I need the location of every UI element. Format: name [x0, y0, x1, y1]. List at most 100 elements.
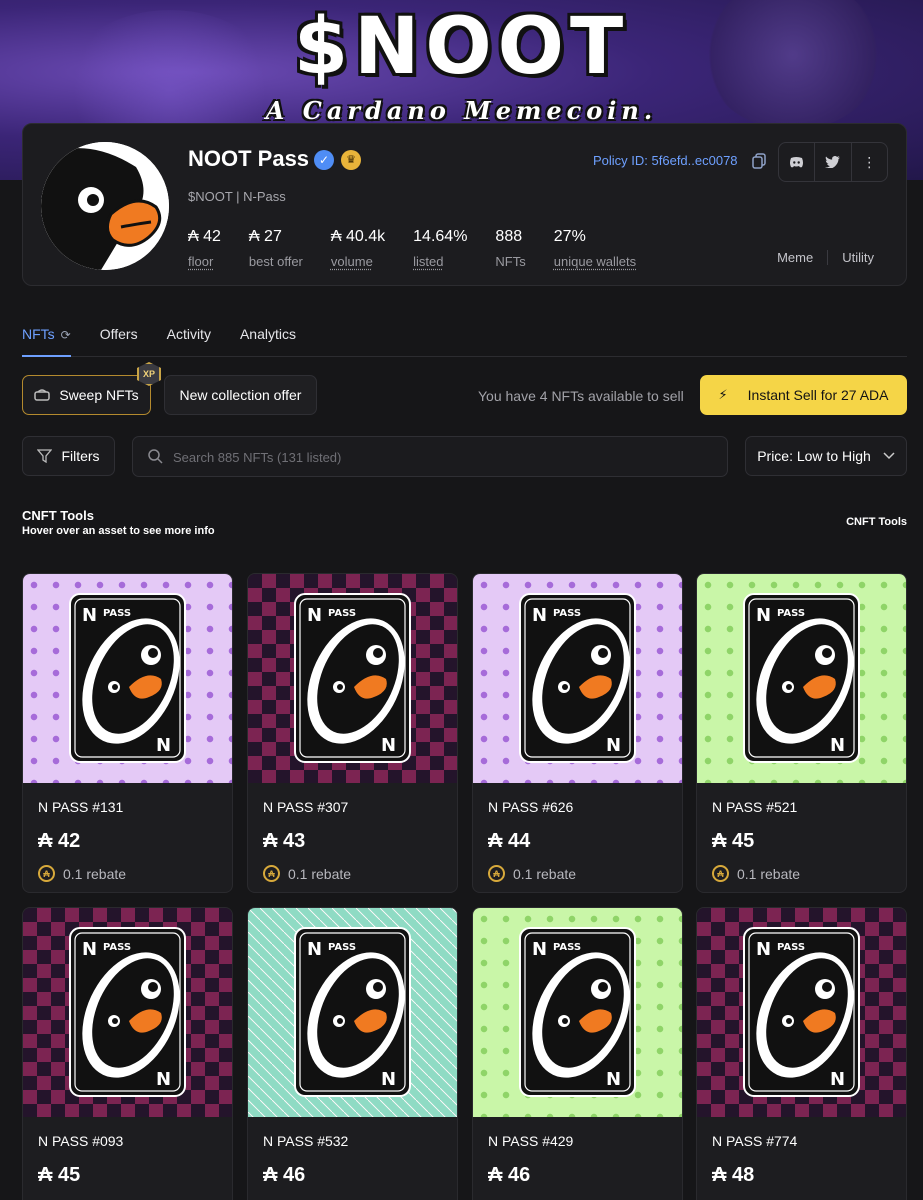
- n-pass-card-icon: N PASS N: [69, 593, 186, 763]
- nft-card[interactable]: N PASS N N PASS #131 ₳ 42 ₳ 0.1 rebate: [22, 573, 233, 893]
- search-input[interactable]: Search 885 NFTs (131 listed): [132, 436, 728, 477]
- more-options-icon[interactable]: ⋮: [852, 143, 887, 181]
- tab-nfts[interactable]: NFTs ⟳: [22, 326, 71, 357]
- penguin-avatar-icon: [41, 142, 169, 270]
- stat-best-offer: ₳ 27 best offer: [249, 228, 303, 269]
- nft-image[interactable]: N PASS N: [23, 574, 232, 783]
- nft-price: ₳ 44: [488, 830, 530, 853]
- nft-card[interactable]: N PASS N N PASS #521 ₳ 45 ₳ 0.1 rebate: [696, 573, 907, 893]
- rebate-icon: ₳: [263, 865, 280, 882]
- cnft-tools-title: CNFT Tools: [22, 508, 94, 523]
- crown-badge-icon: ♛: [341, 150, 361, 170]
- chevron-down-icon: [883, 452, 895, 460]
- n-pass-card-icon: N PASS N: [69, 927, 186, 1097]
- nft-image[interactable]: N PASS N: [697, 574, 906, 783]
- pass-label: PASS: [553, 942, 581, 953]
- pass-corner-n-top: N: [82, 939, 97, 960]
- stat-value: 14.64%: [413, 228, 467, 248]
- rebate-text: 0.1 rebate: [288, 866, 351, 882]
- rebate-text: 0.1 rebate: [737, 866, 800, 882]
- nft-price: ₳ 48: [712, 1164, 754, 1187]
- nft-card[interactable]: N PASS N N PASS #532 ₳ 46: [247, 907, 458, 1200]
- refresh-icon[interactable]: ⟳: [61, 328, 71, 342]
- banner-title: $NOOT: [0, 2, 923, 92]
- policy-id-link[interactable]: Policy ID: 5f6efd..ec0078: [593, 153, 738, 168]
- rebate-icon: ₳: [488, 865, 505, 882]
- tab-analytics[interactable]: Analytics: [240, 326, 296, 357]
- nft-card[interactable]: N PASS N N PASS #429 ₳ 46: [472, 907, 683, 1200]
- nft-price: ₳ 43: [263, 830, 305, 853]
- pass-corner-n-top: N: [756, 605, 771, 626]
- n-pass-card-icon: N PASS N: [294, 593, 411, 763]
- filter-icon: [37, 449, 52, 463]
- nft-name: N PASS #307: [263, 799, 348, 815]
- instant-sell-button[interactable]: ⚡ Instant Sell for 27 ADA: [700, 375, 907, 415]
- nft-card[interactable]: N PASS N N PASS #307 ₳ 43 ₳ 0.1 rebate: [247, 573, 458, 893]
- nft-card[interactable]: N PASS N N PASS #093 ₳ 45: [22, 907, 233, 1200]
- stat-label[interactable]: listed: [413, 254, 467, 269]
- n-pass-card-icon: N PASS N: [519, 593, 636, 763]
- pass-corner-n-bottom: N: [830, 735, 845, 756]
- collection-avatar: [41, 142, 169, 270]
- stat-unique-wallets: 27% unique wallets: [554, 228, 636, 269]
- nft-name: N PASS #521: [712, 799, 797, 815]
- sweep-label: Sweep NFTs: [59, 387, 138, 403]
- nft-image[interactable]: N PASS N: [248, 908, 457, 1117]
- tab-activity[interactable]: Activity: [167, 326, 211, 357]
- sort-select[interactable]: Price: Low to High: [745, 436, 907, 476]
- collection-tags: Meme Utility: [763, 250, 888, 265]
- pass-corner-n-bottom: N: [381, 735, 396, 756]
- pass-corner-n-top: N: [307, 939, 322, 960]
- pass-corner-n-top: N: [756, 939, 771, 960]
- pass-corner-n-bottom: N: [606, 735, 621, 756]
- pass-corner-n-top: N: [82, 605, 97, 626]
- search-placeholder: Search 885 NFTs (131 listed): [173, 450, 341, 465]
- sweep-nfts-button[interactable]: Sweep NFTs: [22, 375, 151, 415]
- nft-image[interactable]: N PASS N: [248, 574, 457, 783]
- verified-badge-icon: ✓: [314, 150, 334, 170]
- rebate-icon: ₳: [38, 865, 55, 882]
- search-icon: [148, 449, 163, 464]
- nft-rebate: ₳ 0.1 rebate: [712, 865, 800, 882]
- filters-label: Filters: [61, 448, 99, 464]
- nft-card[interactable]: N PASS N N PASS #626 ₳ 44 ₳ 0.1 rebate: [472, 573, 683, 893]
- nft-name: N PASS #429: [488, 1133, 573, 1149]
- tag-utility[interactable]: Utility: [827, 250, 888, 265]
- nft-name: N PASS #131: [38, 799, 123, 815]
- banner-subtitle: A Cardano Memecoin.: [0, 96, 923, 125]
- nft-name: N PASS #626: [488, 799, 573, 815]
- pass-label: PASS: [777, 942, 805, 953]
- collection-header: NOOT Pass ✓ ♛ $NOOT | N-Pass Policy ID: …: [22, 123, 907, 286]
- twitter-icon[interactable]: [815, 143, 851, 181]
- nft-image[interactable]: N PASS N: [23, 908, 232, 1117]
- sort-label: Price: Low to High: [757, 448, 871, 464]
- copy-icon[interactable]: [752, 153, 766, 169]
- stat-label[interactable]: volume: [331, 254, 385, 269]
- pass-corner-n-bottom: N: [606, 1069, 621, 1090]
- nft-rebate: ₳ 0.1 rebate: [38, 865, 126, 882]
- pass-corner-n-top: N: [307, 605, 322, 626]
- filters-button[interactable]: Filters: [22, 436, 115, 476]
- tab-offers[interactable]: Offers: [100, 326, 138, 357]
- collection-name: NOOT Pass: [188, 146, 309, 172]
- nft-price: ₳ 45: [38, 1164, 80, 1187]
- stat-label: NFTs: [495, 254, 525, 269]
- rebate-icon: ₳: [712, 865, 729, 882]
- stat-label: best offer: [249, 254, 303, 269]
- nft-image[interactable]: N PASS N: [473, 574, 682, 783]
- stat-label[interactable]: unique wallets: [554, 254, 636, 269]
- stat-label[interactable]: floor: [188, 254, 221, 269]
- new-collection-offer-button[interactable]: New collection offer: [164, 375, 317, 415]
- tag-meme[interactable]: Meme: [763, 250, 827, 265]
- n-pass-card-icon: N PASS N: [743, 927, 860, 1097]
- nft-rebate: ₳ 0.1 rebate: [263, 865, 351, 882]
- nft-card[interactable]: N PASS N N PASS #774 ₳ 48: [696, 907, 907, 1200]
- discord-icon[interactable]: [779, 143, 815, 181]
- nft-name: N PASS #532: [263, 1133, 348, 1149]
- cnft-tools-link[interactable]: CNFT Tools: [846, 516, 907, 528]
- pass-corner-n-top: N: [532, 605, 547, 626]
- stat-volume: ₳ 40.4k volume: [331, 228, 385, 269]
- nft-image[interactable]: N PASS N: [697, 908, 906, 1117]
- nft-image[interactable]: N PASS N: [473, 908, 682, 1117]
- pass-label: PASS: [328, 942, 356, 953]
